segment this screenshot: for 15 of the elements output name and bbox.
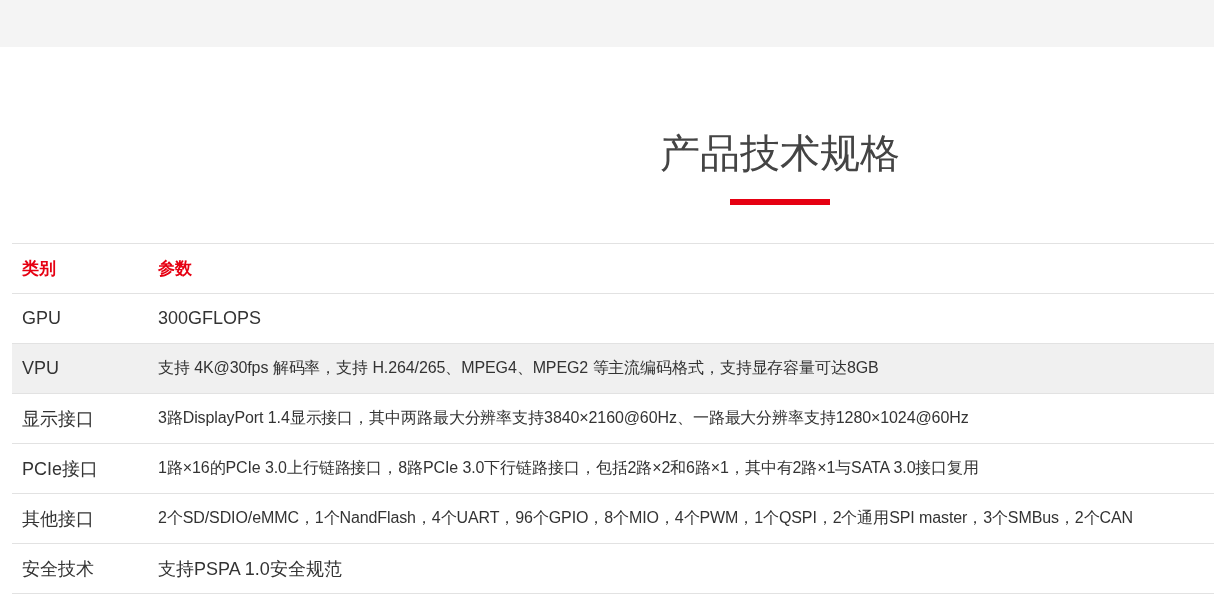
parameter-cell-text: 支持 4K@30fps 解码率，支持 H.264/265、MPEG4、MPEG2 等主流编码格式，支持显存容量可达8GB bbox=[158, 358, 879, 378]
category-cell-text: 其他接口 bbox=[22, 507, 94, 531]
parameter-cell: 300GFLOPS bbox=[158, 308, 262, 329]
parameter-cell-text: 1路×16的PCIe 3.0上行链路接口，8路PCIe 3.0下行链路接口，包括2路×2和6路×1，其中有2路×1与SATA 3.0接口复用 bbox=[158, 458, 980, 478]
category-cell-text: 显示接口 bbox=[22, 407, 94, 431]
column-header: 参数 bbox=[158, 258, 192, 280]
category-cell-text: 安全技术 bbox=[22, 557, 94, 581]
category-cell-text: PCIe接口 bbox=[22, 457, 99, 481]
parameter-cell-text: 支持PSPA 1.0安全规范 bbox=[158, 557, 342, 581]
column-header: 类别 bbox=[22, 258, 56, 280]
category-cell: VPU bbox=[22, 358, 59, 379]
section-title: 产品技术规格 bbox=[660, 130, 900, 177]
parameter-cell-text: 3路DisplayPort 1.4显示接口，其中两路最大分辨率支持3840×2160@60Hz、一路最大分辨率支持1280×1024@60Hz bbox=[158, 408, 969, 428]
category-cell: GPU bbox=[22, 308, 61, 329]
parameter-cell-text: 2个SD/SDIO/eMMC，1个NandFlash，4个UART，96个GPIO，8个MIO，4个PWM，1个QSPI，2个通用SPI master，3个SMBus，2个CAN bbox=[158, 508, 1133, 528]
